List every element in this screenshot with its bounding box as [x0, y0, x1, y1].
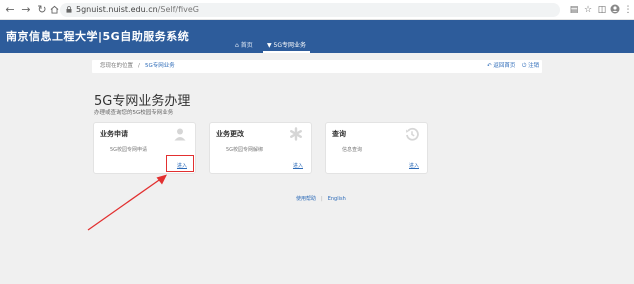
sidebar-icon[interactable]: ◫ [596, 4, 608, 16]
power-icon: ⏻ [522, 63, 527, 69]
help-link[interactable]: 使用帮助 [296, 196, 316, 202]
back-home-link[interactable]: ↶ 返回首页 [487, 60, 515, 73]
card-description: 5G校园专网申请 [110, 147, 148, 153]
nav-item-label: 首页 [240, 42, 253, 49]
reload-icon[interactable]: ↻ [36, 3, 48, 17]
card-query: 查询 信息查询 进入 [325, 122, 428, 174]
site-title: 南京信息工程大学|5G自助服务系统 [6, 30, 190, 43]
card-title: 业务申请 [100, 130, 128, 138]
nav-item-5g-service[interactable]: ▼ 5G专网业务 [263, 40, 311, 53]
site-header: 南京信息工程大学|5G自助服务系统 ⌂ 首页 ▼ 5G专网业务 [0, 20, 634, 53]
breadcrumb: 您现在的位置 / 5G专网业务 ↶ 返回首页 ⏻ 注销 [92, 60, 542, 73]
translate-icon[interactable]: ▤ [568, 4, 580, 16]
user-icon [174, 128, 186, 141]
nav-item-label: 5G专网业务 [273, 42, 307, 49]
enter-link[interactable]: 进入 [409, 162, 419, 169]
profile-icon[interactable] [609, 4, 621, 16]
lock-icon [66, 6, 72, 13]
asterisk-icon [290, 127, 303, 141]
back-arrow-icon[interactable]: ← [4, 3, 16, 17]
card-title: 业务更改 [216, 130, 244, 138]
menu-icon[interactable]: ⋮ [622, 4, 634, 16]
home-icon: ⌂ [235, 42, 239, 49]
logout-link[interactable]: ⏻ 注销 [522, 60, 539, 73]
star-icon[interactable]: ☆ [582, 4, 594, 16]
history-icon [406, 127, 419, 141]
breadcrumb-current[interactable]: 5G专网业务 [145, 60, 175, 73]
card-description: 5G校园专网解绑 [226, 147, 264, 153]
card-title: 查询 [332, 130, 346, 138]
back-home-label: 返回首页 [493, 63, 516, 69]
page-title: 5G专网业务办理 [94, 94, 191, 109]
home-icon[interactable] [48, 3, 60, 17]
forward-arrow-icon[interactable]: → [20, 3, 32, 17]
breadcrumb-location-label: 您现在的位置 [100, 63, 134, 69]
footer-separator: | [321, 196, 323, 202]
english-link[interactable]: English [328, 196, 346, 202]
browser-toolbar: ← → ↻ 5gnuist.nuist.edu.cn/Self/fiveG ▤ … [0, 0, 634, 20]
back-icon: ↶ [487, 63, 492, 69]
wifi-icon: ▼ [267, 42, 272, 49]
enter-link[interactable]: 进入 [293, 162, 303, 169]
page-subtitle: 办理或查询您的5G校园专网业务 [94, 110, 174, 116]
breadcrumb-separator: / [138, 63, 140, 69]
annotation-highlight-box [166, 155, 194, 172]
url-path: /Self/fiveG [157, 5, 199, 14]
url-domain: 5gnuist.nuist.edu.cn [76, 5, 158, 14]
url-text: 5gnuist.nuist.edu.cn/Self/fiveG [76, 3, 199, 17]
footer-links: 使用帮助 | English [296, 195, 346, 202]
card-description: 信息查询 [342, 147, 363, 153]
logout-label: 注销 [528, 63, 540, 69]
card-service-change: 业务更改 5G校园专网解绑 进入 [209, 122, 312, 174]
nav-item-home[interactable]: ⌂ 首页 [231, 40, 257, 53]
address-bar[interactable]: 5gnuist.nuist.edu.cn/Self/fiveG [60, 3, 560, 17]
